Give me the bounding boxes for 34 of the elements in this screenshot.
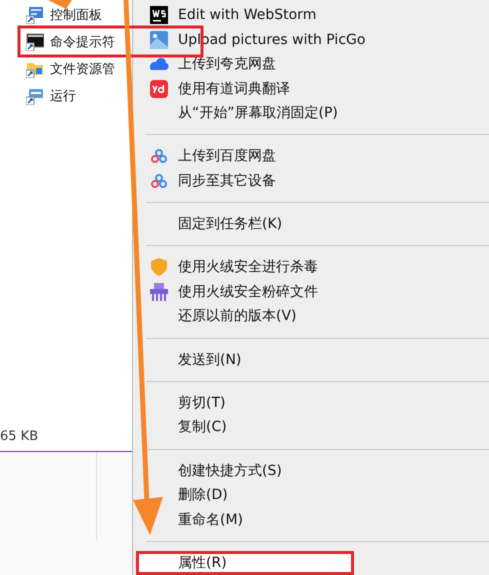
menu-item[interactable]: 创建快捷方式(S) bbox=[133, 458, 489, 483]
menu-item[interactable]: 使用有道词典翻译 bbox=[133, 76, 489, 101]
menu-item[interactable]: 从“开始”屏幕取消固定(P) bbox=[133, 100, 489, 126]
terminal-icon bbox=[26, 32, 44, 50]
start-list-item[interactable]: 控制面板 bbox=[0, 1, 132, 28]
menu-item[interactable]: 固定到任务栏(K) bbox=[133, 212, 489, 236]
control-panel-icon bbox=[26, 6, 44, 24]
cloud-rings-icon bbox=[151, 174, 167, 188]
start-list-item[interactable]: 运行 bbox=[0, 82, 132, 109]
cloud-icon bbox=[149, 56, 169, 72]
ws-logo-icon bbox=[150, 6, 168, 24]
menu-item[interactable]: 上传到夸克网盘 bbox=[133, 52, 489, 76]
yd-logo-icon bbox=[150, 80, 168, 98]
run-icon bbox=[26, 86, 44, 104]
start-list-item[interactable]: 文件资源管 bbox=[0, 55, 132, 82]
cloud-rings-icon bbox=[151, 149, 167, 164]
menu-item[interactable]: 使用火绒安全粉碎文件 bbox=[133, 280, 489, 304]
menu-item[interactable]: 重命名(M) bbox=[133, 507, 489, 532]
shredder-icon bbox=[150, 282, 168, 301]
menu-item[interactable]: 上传到百度网盘 bbox=[133, 144, 489, 169]
menu-item[interactable]: 删除(D) bbox=[133, 482, 489, 508]
menu-item[interactable]: 属性(R) bbox=[136, 550, 354, 575]
file-size: 65 KB bbox=[0, 429, 40, 446]
menu-item[interactable]: 还原以前的版本(V) bbox=[133, 304, 489, 329]
menu-item[interactable]: 使用火绒安全进行杀毒 bbox=[133, 255, 489, 280]
menu-item[interactable]: 复制(C) bbox=[133, 415, 489, 440]
menu-item[interactable]: 发送到(N) bbox=[133, 347, 489, 372]
shield-icon bbox=[151, 258, 167, 276]
start-list-item[interactable]: 命令提示符 bbox=[0, 28, 132, 55]
menu-item[interactable]: 同步至其它设备 bbox=[133, 168, 489, 194]
menu-item[interactable]: 剪切(T) bbox=[133, 390, 489, 416]
arrow bbox=[48, 0, 72, 9]
image-upload-icon bbox=[150, 30, 168, 49]
menu-item[interactable]: Edit with WebStorm bbox=[133, 3, 489, 28]
